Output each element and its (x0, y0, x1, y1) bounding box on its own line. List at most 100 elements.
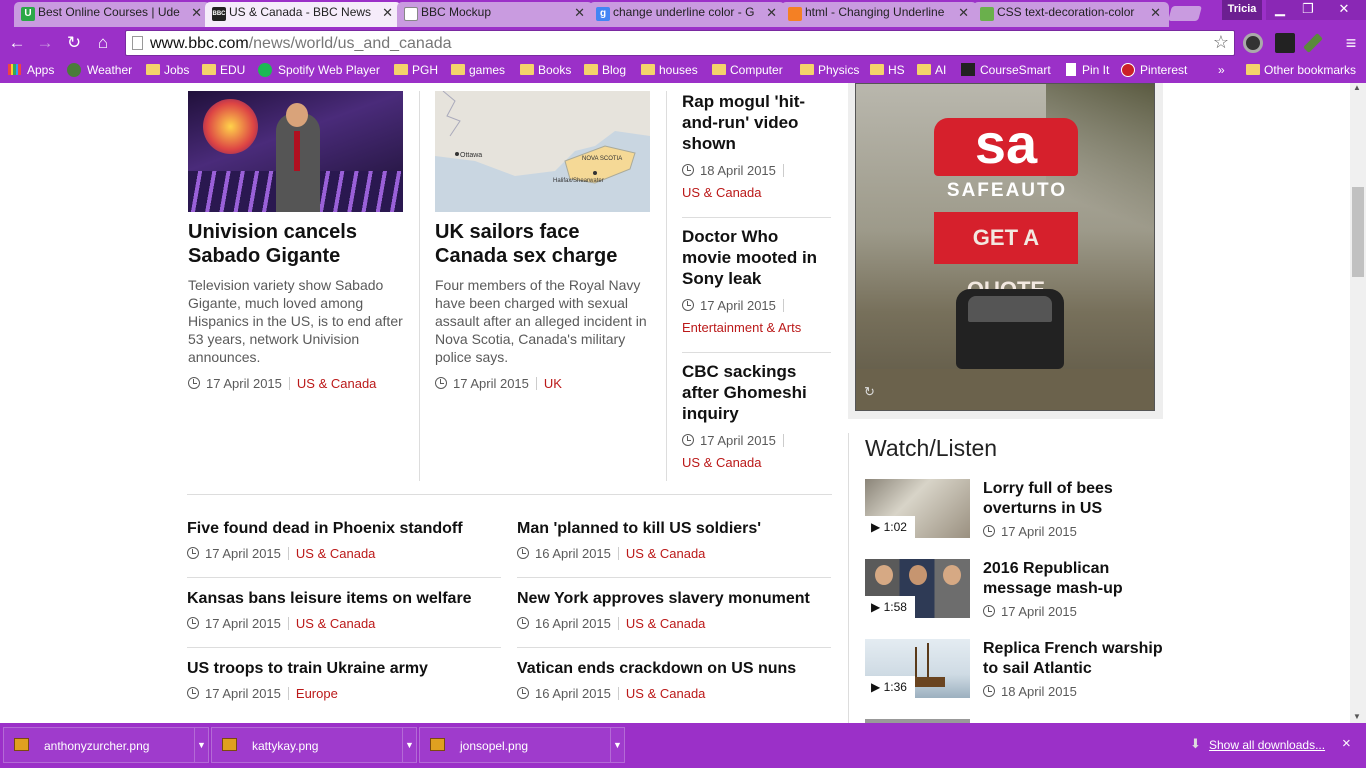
story-headline[interactable]: Univision cancels Sabado Gigante (188, 220, 398, 268)
list-story-headline[interactable]: Man 'planned to kill US soldiers' (517, 519, 761, 539)
section-link[interactable]: Entertainment & Arts (682, 320, 801, 335)
section-link[interactable]: US & Canada (296, 546, 376, 561)
story-meta: 17 April 2015 US & Canada (187, 546, 375, 561)
bookmark-physics[interactable]: Physics (800, 63, 859, 77)
bookmark-books[interactable]: Books (520, 63, 571, 77)
sabado-gigante-image[interactable] (188, 91, 403, 212)
download-menu-chevron-icon[interactable]: ▼ (402, 728, 416, 762)
new-tab-button[interactable] (1167, 6, 1203, 21)
side-story-headline[interactable]: Doctor Who movie mooted in Sony leak (682, 226, 831, 289)
tab-bbc-news[interactable]: BBC US & Canada - BBC News ✕ (205, 2, 401, 27)
bookmark-pgh[interactable]: PGH (394, 63, 438, 77)
bookmark-computer[interactable]: Computer (712, 63, 783, 77)
close-tab-icon[interactable]: ✕ (1150, 5, 1161, 21)
chrome-extension-icon[interactable] (1243, 33, 1263, 53)
download-item[interactable]: jonsopel.png ▼ (419, 727, 625, 763)
section-link[interactable]: US & Canada (682, 455, 762, 470)
divider (517, 577, 831, 578)
bookmark-games[interactable]: games (451, 63, 505, 77)
list-story-headline[interactable]: Vatican ends crackdown on US nuns (517, 659, 796, 679)
reload-icon[interactable]: ↻ (63, 32, 85, 54)
bookmark-other[interactable]: Other bookmarks (1246, 63, 1356, 77)
story-headline[interactable]: UK sailors face Canada sex charge (435, 220, 650, 268)
video-thumbnail[interactable]: ▶ 1:36 (865, 639, 970, 698)
story-meta: 17 April 2015 UK (435, 376, 562, 391)
clapper-extension-icon[interactable] (1275, 33, 1295, 53)
section-link[interactable]: UK (544, 376, 562, 391)
download-item[interactable]: kattykay.png ▼ (211, 727, 417, 763)
image-file-icon (222, 738, 237, 751)
tab-bbc-mockup[interactable]: BBC Mockup ✕ (397, 2, 593, 27)
close-tab-icon[interactable]: ✕ (191, 5, 202, 21)
bookmark-spotify[interactable]: Spotify Web Player (258, 63, 380, 77)
video-headline[interactable]: Lorry full of bees overturns in US (983, 479, 1163, 519)
side-story-headline[interactable]: CBC sackings after Ghomeshi inquiry (682, 361, 822, 424)
download-menu-chevron-icon[interactable]: ▼ (194, 728, 208, 762)
minimize-icon[interactable]: ▁ (1266, 0, 1294, 20)
show-all-downloads-link[interactable]: Show all downloads... (1209, 738, 1325, 752)
section-link[interactable]: Europe (296, 686, 338, 701)
bookmark-houses[interactable]: houses (641, 63, 698, 77)
video-thumbnail[interactable]: ▶ 1:58 (865, 559, 970, 618)
bookmark-weather[interactable]: Weather (67, 63, 132, 77)
download-item[interactable]: anthonyzurcher.png ▼ (3, 727, 209, 763)
bookmark-pinterest[interactable]: Pinterest (1121, 63, 1187, 77)
section-link[interactable]: US & Canada (682, 185, 762, 200)
safeauto-ad[interactable]: sa SAFEAUTO GET A QUOTE ↻ (855, 83, 1155, 411)
bookmark-hs[interactable]: HS (870, 63, 905, 77)
download-menu-chevron-icon[interactable]: ▼ (610, 728, 624, 762)
page-scrollbar[interactable]: ▲ ▼ (1350, 83, 1366, 723)
close-tab-icon[interactable]: ✕ (766, 5, 777, 21)
menu-hamburger-icon[interactable]: ≡ (1340, 32, 1362, 54)
side-story-headline[interactable]: Rap mogul 'hit-and-run' video shown (682, 91, 822, 154)
story-meta: 18 April 2015 (682, 163, 791, 178)
scrollbar-thumb[interactable] (1352, 187, 1364, 277)
section-link[interactable]: US & Canada (626, 686, 706, 701)
svg-text:Ottawa: Ottawa (460, 152, 482, 159)
bookmark-edu[interactable]: EDU (202, 63, 245, 77)
divider (682, 352, 831, 353)
video-headline[interactable]: Replica French warship to sail Atlantic (983, 639, 1163, 679)
close-tab-icon[interactable]: ✕ (958, 5, 969, 21)
bookmark-pin-it[interactable]: Pin It (1066, 63, 1109, 77)
scroll-down-icon[interactable]: ▼ (1353, 712, 1361, 721)
forward-arrow-icon[interactable]: → (34, 32, 56, 54)
clock-icon (517, 617, 529, 629)
bookmark-star-icon[interactable]: ☆ (1213, 32, 1229, 53)
list-story-headline[interactable]: US troops to train Ukraine army (187, 659, 428, 679)
tab-udemy[interactable]: U Best Online Courses | Ude ✕ (14, 2, 210, 27)
watch-listen-heading: Watch/Listen (865, 435, 998, 461)
section-link[interactable]: US & Canada (297, 376, 377, 391)
close-downloads-icon[interactable]: × (1342, 735, 1351, 752)
close-window-icon[interactable]: ✕ (1322, 0, 1366, 20)
close-tab-icon[interactable]: ✕ (382, 5, 393, 21)
scroll-up-icon[interactable]: ▲ (1353, 83, 1361, 92)
get-a-quote-button[interactable]: GET A QUOTE (934, 212, 1078, 302)
tab-stackoverflow[interactable]: html - Changing Underline ✕ (781, 2, 977, 27)
section-link[interactable]: US & Canada (296, 616, 376, 631)
section-link[interactable]: US & Canada (626, 546, 706, 561)
video-thumbnail[interactable]: ▶ 1:02 (865, 479, 970, 538)
address-bar[interactable]: www.bbc.com/news/world/us_and_canada ☆ (125, 30, 1235, 56)
home-icon[interactable]: ⌂ (92, 32, 114, 54)
section-link-row: US & Canada (682, 185, 762, 200)
bookmark-ai[interactable]: AI (917, 63, 946, 77)
tab-css-reference[interactable]: CSS text-decoration-color ✕ (973, 2, 1169, 27)
tab-google-search[interactable]: g change underline color - G ✕ (589, 2, 785, 27)
list-story-headline[interactable]: New York approves slavery monument (517, 589, 810, 609)
section-link[interactable]: US & Canada (626, 616, 706, 631)
more-bookmarks-chevron-icon[interactable]: » (1218, 63, 1225, 77)
bookmark-coursesmart[interactable]: CourseSmart (961, 63, 1051, 77)
close-tab-icon[interactable]: ✕ (574, 5, 585, 21)
bookmark-blog[interactable]: Blog (584, 63, 626, 77)
bookmark-apps[interactable]: Apps (8, 63, 54, 77)
nova-scotia-map-image[interactable]: Ottawa NOVA SCOTIA Halifax/Shearwater (435, 91, 650, 212)
restore-icon[interactable]: ❐ (1294, 0, 1322, 20)
list-story-headline[interactable]: Five found dead in Phoenix standoff (187, 519, 463, 539)
video-headline[interactable]: 2016 Republican message mash-up (983, 559, 1163, 599)
back-arrow-icon[interactable]: ← (6, 32, 28, 54)
bookmark-jobs[interactable]: Jobs (146, 63, 189, 77)
list-story-headline[interactable]: Kansas bans leisure items on welfare (187, 589, 472, 609)
user-profile-button[interactable]: Tricia (1222, 0, 1262, 20)
ad-refresh-icon[interactable]: ↻ (864, 384, 875, 400)
